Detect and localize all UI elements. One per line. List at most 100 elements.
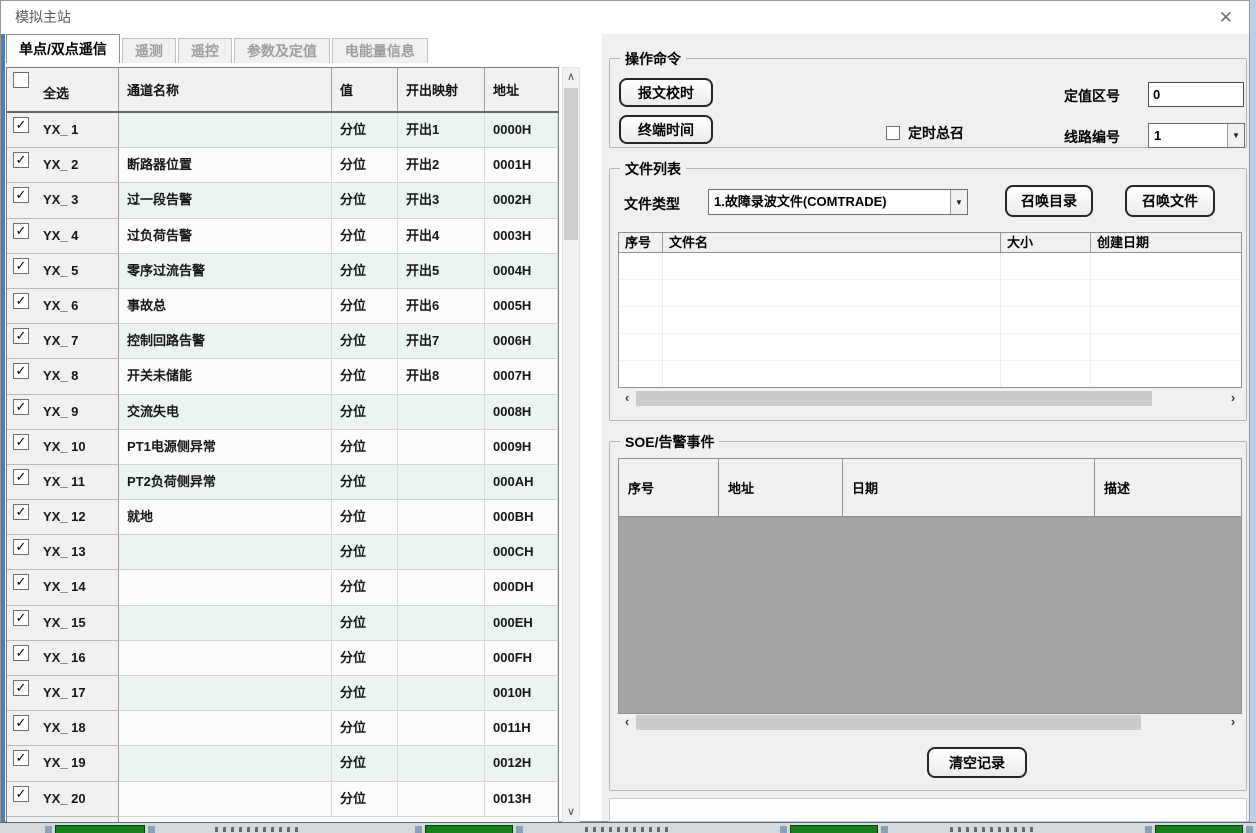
- window-title: 模拟主站: [15, 1, 71, 34]
- clear-records-button[interactable]: 清空记录: [927, 747, 1027, 778]
- mapping-cell: [398, 711, 485, 746]
- file-panel: 文件列表 文件类型 1.故障录波文件(COMTRADE) ▼ 召唤目录 召唤文件…: [609, 168, 1247, 421]
- terminal-time-button[interactable]: 终端时间: [619, 115, 713, 144]
- value-cell: 分位: [332, 641, 398, 676]
- row-checkbox[interactable]: ✓: [13, 750, 29, 766]
- address-cell: 0005H: [485, 289, 558, 324]
- setting-zone-input[interactable]: 0: [1148, 82, 1244, 107]
- row-header: ✓ YX_ 9: [7, 395, 119, 430]
- row-checkbox[interactable]: ✓: [13, 574, 29, 590]
- scrollbar-thumb[interactable]: [564, 88, 578, 240]
- soe-table-hscrollbar[interactable]: ‹ ›: [619, 714, 1241, 731]
- soe-col-header-1: 地址: [719, 459, 843, 516]
- scroll-right-icon[interactable]: ›: [1225, 714, 1241, 731]
- value-cell: 分位: [332, 254, 398, 289]
- row-checkbox[interactable]: ✓: [13, 680, 29, 696]
- led-cap: [45, 826, 52, 833]
- tab-0[interactable]: 单点/双点遥信: [6, 34, 120, 63]
- row-checkbox[interactable]: ✓: [13, 293, 29, 309]
- address-cell: 0006H: [485, 324, 558, 359]
- file-table-hscrollbar[interactable]: ‹ ›: [619, 390, 1241, 407]
- scroll-left-icon[interactable]: ‹: [619, 390, 635, 407]
- chevron-down-icon[interactable]: ▼: [950, 190, 967, 214]
- scroll-right-icon[interactable]: ›: [1225, 390, 1241, 407]
- mapping-cell: [398, 430, 485, 465]
- row-checkbox[interactable]: ✓: [13, 645, 29, 661]
- scrollbar-thumb[interactable]: [636, 391, 1152, 406]
- row-header: ✓YX_ 6: [7, 289, 119, 324]
- row-checkbox[interactable]: ✓: [13, 786, 29, 802]
- row-checkbox[interactable]: ✓: [13, 152, 29, 168]
- row-checkbox[interactable]: ✓: [13, 363, 29, 379]
- file-type-label: 文件类型: [624, 194, 680, 214]
- value-cell: 分位: [332, 395, 398, 430]
- led-cap: [415, 826, 422, 833]
- led-cap: [516, 826, 523, 833]
- channel-name-cell: 过负荷告警: [119, 219, 332, 254]
- scroll-up-icon[interactable]: ∧: [563, 69, 579, 86]
- operation-panel-title: 操作命令: [620, 49, 686, 69]
- row-header: ✓ YX_ 4: [7, 219, 119, 254]
- close-icon[interactable]: ✕: [1219, 1, 1233, 34]
- chevron-down-icon[interactable]: ▼: [1227, 124, 1244, 147]
- mapping-cell: [398, 395, 485, 430]
- row-id: YX_ 8: [43, 359, 78, 393]
- tab-2[interactable]: 遥控: [178, 38, 232, 63]
- row-checkbox[interactable]: ✓: [13, 187, 29, 203]
- row-checkbox[interactable]: ✓: [13, 715, 29, 731]
- call-directory-button[interactable]: 召唤目录: [1005, 185, 1093, 217]
- channel-name-cell: [119, 782, 332, 817]
- row-checkbox[interactable]: ✓: [13, 434, 29, 450]
- channel-name-cell: 交流失电: [119, 395, 332, 430]
- channel-name-cell: [119, 746, 332, 781]
- address-cell: 0010H: [485, 676, 558, 711]
- row-id: YX_ 9: [43, 395, 78, 429]
- mapping-cell: 开出6: [398, 289, 485, 324]
- background-text: [585, 827, 673, 832]
- message-time-sync-button[interactable]: 报文校时: [619, 78, 713, 107]
- row-header: ✓ YX_ 2: [7, 148, 119, 183]
- mapping-cell: 开出2: [398, 148, 485, 183]
- scrollbar-thumb[interactable]: [636, 715, 1141, 730]
- row-checkbox[interactable]: ✓: [13, 223, 29, 239]
- row-checkbox[interactable]: ✓: [13, 504, 29, 520]
- tab-3[interactable]: 参数及定值: [234, 38, 330, 63]
- row-checkbox[interactable]: ✓: [13, 258, 29, 274]
- signal-row: ✓YX_ 3过一段告警分位开出30002H: [7, 183, 558, 218]
- mapping-cell: [398, 535, 485, 570]
- signal-row: ✓YX_ 7控制回路告警分位开出70006H: [7, 324, 558, 359]
- call-file-button[interactable]: 召唤文件: [1125, 185, 1215, 217]
- column-divider: [1090, 253, 1091, 386]
- value-cell: 分位: [332, 500, 398, 535]
- file-type-select[interactable]: 1.故障录波文件(COMTRADE) ▼: [708, 189, 968, 215]
- row-checkbox[interactable]: ✓: [13, 539, 29, 555]
- row-checkbox[interactable]: ✓: [13, 117, 29, 133]
- channel-name-cell: 事故总: [119, 289, 332, 324]
- screen: 模拟主站 ✕ 单点/双点遥信遥测遥控参数及定值电能量信息 全选 通道名称 值 开…: [0, 0, 1256, 833]
- signal-table-header: 全选 通道名称 值 开出映射 地址: [7, 68, 558, 113]
- soe-col-header-3: 描述: [1095, 459, 1241, 516]
- row-id: YX_ 4: [43, 219, 78, 253]
- signal-row: ✓YX_ 18分位0011H: [7, 711, 558, 746]
- signal-table-scrollbar[interactable]: ∧ ∨: [562, 67, 580, 823]
- value-cell: 分位: [332, 289, 398, 324]
- row-id: YX_ 3: [43, 183, 78, 217]
- row-checkbox[interactable]: ✓: [13, 328, 29, 344]
- tab-4[interactable]: 电能量信息: [332, 38, 428, 63]
- row-checkbox[interactable]: ✓: [13, 399, 29, 415]
- scroll-left-icon[interactable]: ‹: [619, 714, 635, 731]
- signal-table-body: ✓YX_ 1分位开出10000H✓YX_ 2断路器位置分位开出20001H✓YX…: [7, 113, 558, 822]
- value-cell: 分位: [332, 219, 398, 254]
- scheduled-general-call-checkbox[interactable]: [886, 126, 900, 140]
- channel-name-cell: [119, 606, 332, 641]
- scroll-down-icon[interactable]: ∨: [563, 804, 579, 821]
- address-cell: 0012H: [485, 746, 558, 781]
- row-id: YX_ 2: [43, 148, 78, 182]
- row-checkbox[interactable]: ✓: [13, 469, 29, 485]
- tab-1[interactable]: 遥测: [122, 38, 176, 63]
- select-all-checkbox[interactable]: [13, 72, 29, 88]
- address-cell: 000BH: [485, 500, 558, 535]
- row-id: YX_ 1: [43, 113, 78, 147]
- row-checkbox[interactable]: ✓: [13, 610, 29, 626]
- line-number-select[interactable]: 1 ▼: [1148, 123, 1245, 148]
